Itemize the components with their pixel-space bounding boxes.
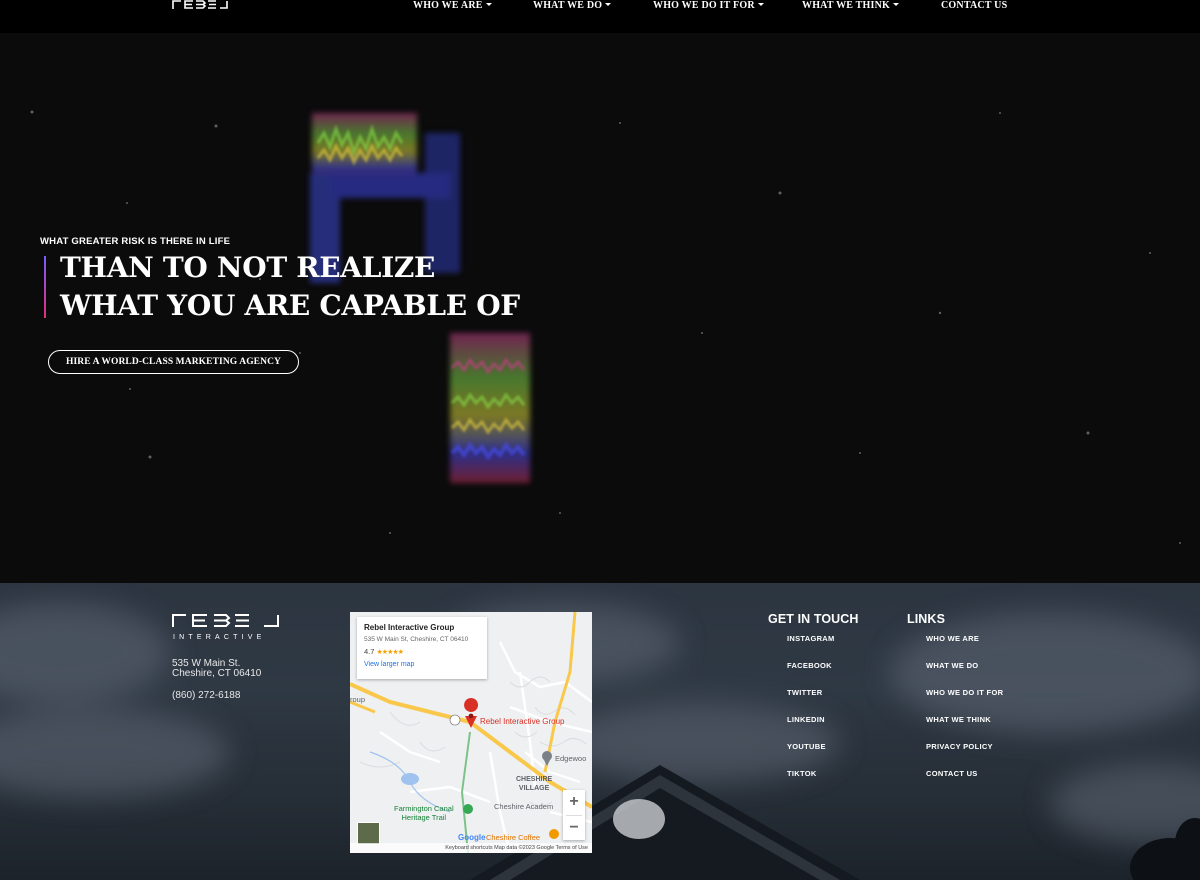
facebook-link[interactable]: FACEBOOK [787, 661, 832, 670]
youtube-link[interactable]: YOUTUBE [787, 742, 826, 751]
zoom-out-button[interactable]: − [563, 816, 585, 841]
hire-agency-button[interactable]: HIRE A WORLD-CLASS MARKETING AGENCY [48, 350, 299, 374]
instagram-link[interactable]: INSTAGRAM [787, 634, 835, 643]
footer-link-who-we-do-it-for[interactable]: WHO WE DO IT FOR [926, 688, 1003, 697]
rebel-logo[interactable] [172, 0, 228, 10]
get-in-touch-heading: GET IN TOUCH [768, 612, 859, 626]
caret-down-icon [605, 3, 612, 6]
footer-link-who-we-are[interactable]: WHO WE ARE [926, 634, 979, 643]
nav-label: WHO WE ARE [413, 0, 483, 11]
nav-what-we-do[interactable]: WHAT WE DO [533, 0, 612, 12]
google-logo: Google [458, 833, 486, 842]
caret-down-icon [893, 3, 899, 6]
star-icons: ★★★★★ [376, 649, 404, 656]
map-label-cheshire-coffee: Cheshire Coffee [486, 833, 541, 842]
map-attribution[interactable]: Keyboard shortcuts Map data ©2023 Google… [350, 843, 592, 853]
linkedin-link[interactable]: LINKEDIN [787, 715, 825, 724]
nav-contact-us[interactable]: CONTACT US [941, 0, 1007, 12]
top-navigation: WHO WE ARE WHAT WE DO WHO WE DO IT FOR W… [0, 0, 1200, 33]
nav-what-we-think[interactable]: WHAT WE THINK [802, 0, 899, 12]
links-heading: LINKS [907, 612, 945, 626]
satellite-toggle-button[interactable] [357, 822, 380, 845]
rating-value: 4.7 [364, 647, 375, 656]
nav-label: CONTACT US [941, 0, 1008, 11]
zoom-in-button[interactable]: + [563, 790, 585, 815]
map-label-edgewood: Edgewoo [555, 754, 587, 763]
address: 535 W Main St. Cheshire, CT 06410 [172, 659, 261, 679]
map-pin-label[interactable]: Rebel Interactive Group [480, 717, 565, 726]
tiktok-link[interactable]: TIKTOK [787, 769, 817, 778]
google-map-embed[interactable]: Rebel Interactive Group 535 W Main St, C… [350, 612, 592, 853]
footer-link-what-we-do[interactable]: WHAT WE DO [926, 661, 978, 670]
phone-number[interactable]: (860) 272-6188 [172, 690, 240, 701]
map-place-address: 535 W Main St, Cheshire, CT 06410 [364, 636, 469, 643]
nav-who-we-are[interactable]: WHO WE ARE [413, 0, 492, 12]
footer-link-contact-us[interactable]: CONTACT US [926, 769, 978, 778]
map-label-farmington-trail: Farmington Canal Heritage Trail [394, 804, 454, 822]
view-larger-map-link[interactable]: View larger map [364, 661, 480, 668]
footer-link-privacy-policy[interactable]: PRIVACY POLICY [926, 742, 993, 751]
footer: INTERACTIVE 535 W Main St. Cheshire, CT … [0, 583, 1200, 880]
headline-line-2: WHAT YOU ARE CAPABLE OF [60, 289, 520, 322]
caret-down-icon [485, 3, 492, 6]
hero-headline: THAN TO NOT REALIZE WHAT YOU ARE CAPABLE… [60, 249, 520, 325]
map-label-cheshire-academy: Cheshire Academ [494, 802, 554, 811]
address-line-2: Cheshire, CT 06410 [172, 668, 262, 679]
map-label-cheshire-village: CHESHIRE VILLAGE [516, 776, 553, 792]
map-rating: 4.7 ★★★★★ [364, 647, 480, 656]
nav-label: WHAT WE DO [533, 0, 603, 11]
caret-down-icon [757, 3, 764, 6]
map-place-card: Rebel Interactive Group 535 W Main St, C… [357, 617, 487, 679]
hero-section: WHAT GREATER RISK IS THERE IN LIFE THAN … [0, 33, 1200, 583]
map-label-group: roup [350, 695, 366, 704]
headline-line-1: THAN TO NOT REALIZE [60, 251, 436, 284]
headline-accent-bar [44, 256, 46, 318]
nav-who-we-do-it-for[interactable]: WHO WE DO IT FOR [653, 0, 764, 12]
nav-label: WHAT WE THINK [802, 0, 890, 11]
rebel-interactive-logo[interactable]: INTERACTIVE [172, 611, 280, 643]
footer-link-what-we-think[interactable]: WHAT WE THINK [926, 715, 991, 724]
hero-kicker: WHAT GREATER RISK IS THERE IN LIFE [40, 236, 231, 247]
logo-subtitle: INTERACTIVE [173, 634, 265, 641]
map-zoom-controls: + − [563, 790, 585, 840]
twitter-link[interactable]: TWITTER [787, 688, 822, 697]
map-place-name: Rebel Interactive Group [364, 623, 455, 632]
nav-label: WHO WE DO IT FOR [653, 0, 755, 11]
